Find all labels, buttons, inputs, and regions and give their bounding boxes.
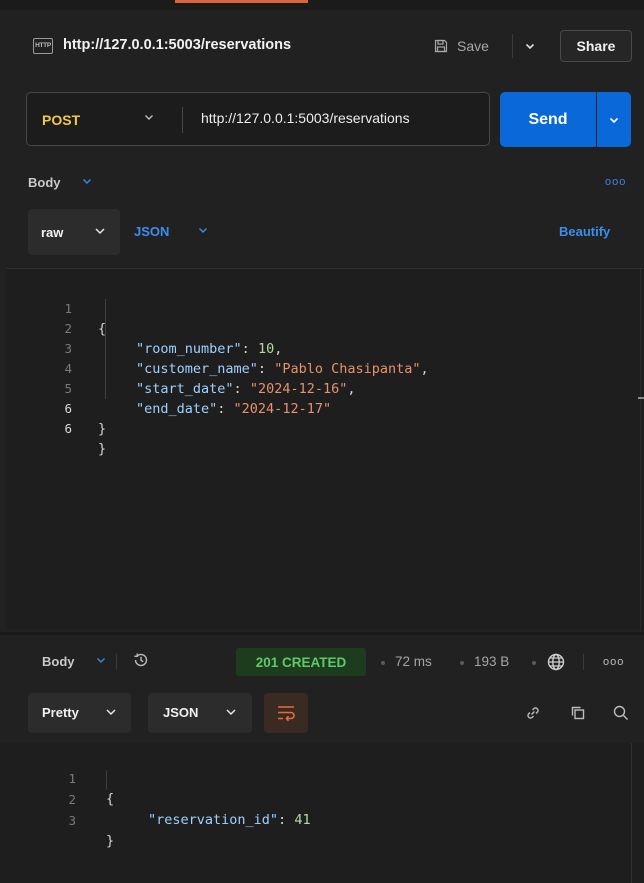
- indent-guide: [105, 299, 106, 399]
- json-key: "start_date": [136, 381, 234, 397]
- chevron-down-icon[interactable]: [94, 653, 108, 667]
- line-number: 3: [68, 813, 76, 828]
- response-format-select[interactable]: Pretty: [28, 693, 131, 733]
- json-colon: :: [257, 361, 275, 377]
- toolbar-divider: [583, 654, 584, 670]
- json-key: "room_number": [136, 341, 242, 357]
- code-line: 2 "reservation_id": 41: [0, 770, 310, 828]
- json-comma: ,: [420, 361, 429, 377]
- chevron-down-icon: [226, 709, 236, 716]
- active-tab-indicator: [175, 0, 308, 3]
- response-divider[interactable]: [0, 632, 644, 635]
- history-icon[interactable]: [131, 650, 151, 670]
- json-colon: :: [241, 341, 258, 357]
- share-button[interactable]: Share: [560, 30, 632, 62]
- chevron-down-icon: [106, 709, 116, 716]
- meta-separator: [381, 661, 385, 665]
- request-title[interactable]: http://127.0.0.1:5003/reservations: [63, 37, 291, 53]
- copy-icon[interactable]: [569, 704, 587, 722]
- response-language-select[interactable]: JSON: [148, 693, 252, 733]
- save-options-button[interactable]: [520, 32, 540, 60]
- save-button[interactable]: Save: [425, 30, 517, 62]
- editor-scrollbar[interactable]: [640, 269, 644, 631]
- code-line: 6 }: [6, 379, 106, 437]
- window-top-strip: [0, 0, 644, 10]
- request-body-editor[interactable]: 1 { 2 "room_number": 10, 3 "customer_nam…: [6, 268, 644, 631]
- json-comma: ,: [347, 381, 356, 397]
- json-string: "2024-12-16": [249, 381, 348, 397]
- code-line: 3 "customer_name": "Pablo Chasipanta",: [6, 319, 428, 377]
- chevron-down-icon: [525, 43, 535, 50]
- method-divider: [182, 107, 183, 133]
- json-key: "reservation_id": [148, 812, 279, 828]
- json-string: "2024-12-17": [233, 401, 332, 417]
- response-language-label: JSON: [163, 705, 199, 720]
- chevron-down-icon[interactable]: [196, 223, 210, 237]
- code-line: 1 {: [0, 749, 114, 807]
- chevron-down-icon: [95, 228, 105, 235]
- code-line: 2 "room_number": 10,: [6, 299, 282, 357]
- status-badge[interactable]: 201 CREATED: [236, 648, 366, 676]
- editor-scroll-marker: [638, 397, 644, 399]
- globe-icon[interactable]: [546, 652, 566, 672]
- chevron-down-icon: [609, 117, 619, 123]
- code-line: 4 "start_date": "2024-12-16",: [6, 339, 355, 397]
- send-button[interactable]: Send: [500, 92, 596, 147]
- chevron-down-icon[interactable]: [80, 174, 94, 188]
- chevron-down-icon[interactable]: [142, 110, 156, 124]
- http-icon: HTTP: [33, 38, 53, 54]
- response-scrollbar[interactable]: [631, 743, 632, 883]
- request-title-bar: HTTP http://127.0.0.1:5003/reservations …: [0, 10, 644, 82]
- search-icon[interactable]: [612, 704, 630, 722]
- response-format-label: Pretty: [42, 705, 79, 720]
- code-line: 3 }: [0, 791, 114, 849]
- save-icon: [434, 39, 448, 53]
- body-mode-select[interactable]: raw: [28, 209, 120, 255]
- save-divider: [512, 34, 513, 58]
- code-line: 5 "end_date": "2024-12-17": [6, 359, 331, 417]
- wrap-lines-icon: [278, 706, 295, 722]
- send-options-button[interactable]: [597, 92, 631, 147]
- body-mode-label: raw: [41, 225, 64, 240]
- json-key: "customer_name": [136, 361, 258, 377]
- json-number: 41: [294, 812, 311, 828]
- request-url-bar: POST: [26, 92, 490, 146]
- more-options-icon[interactable]: ooo: [603, 656, 624, 668]
- meta-separator: [460, 661, 464, 665]
- body-language-select[interactable]: JSON: [134, 224, 169, 239]
- code-text: {: [106, 791, 115, 807]
- code-text: }: [98, 441, 107, 457]
- save-label: Save: [457, 38, 489, 54]
- json-comma: ,: [274, 341, 283, 357]
- code-text: }: [98, 421, 107, 437]
- more-options-icon[interactable]: ooo: [605, 176, 626, 188]
- code-line: 1 {: [6, 279, 106, 337]
- response-time[interactable]: 72 ms: [395, 654, 432, 669]
- response-body-tab[interactable]: Body: [42, 654, 75, 669]
- code-text: {: [98, 321, 107, 337]
- meta-separator: [532, 661, 536, 665]
- line-number: 6: [64, 401, 72, 416]
- beautify-button[interactable]: Beautify: [559, 224, 610, 239]
- json-number: 10: [257, 341, 275, 357]
- json-key: "end_date": [136, 401, 218, 417]
- wrap-lines-button[interactable]: [264, 693, 308, 733]
- code-text: }: [106, 833, 115, 849]
- toolbar-divider: [116, 654, 117, 670]
- http-method-select[interactable]: POST: [42, 112, 80, 128]
- response-body-viewer[interactable]: 1 { 2 "reservation_id": 41 3 }: [0, 743, 644, 883]
- json-colon: :: [217, 401, 234, 417]
- url-input[interactable]: [201, 110, 481, 126]
- response-size[interactable]: 193 B: [474, 654, 509, 669]
- json-colon: :: [233, 381, 250, 397]
- json-string: "Pablo Chasipanta": [274, 361, 421, 377]
- indent-guide: [106, 770, 107, 790]
- json-colon: :: [278, 812, 295, 828]
- request-body-tab[interactable]: Body: [28, 175, 61, 190]
- link-icon[interactable]: [524, 704, 542, 722]
